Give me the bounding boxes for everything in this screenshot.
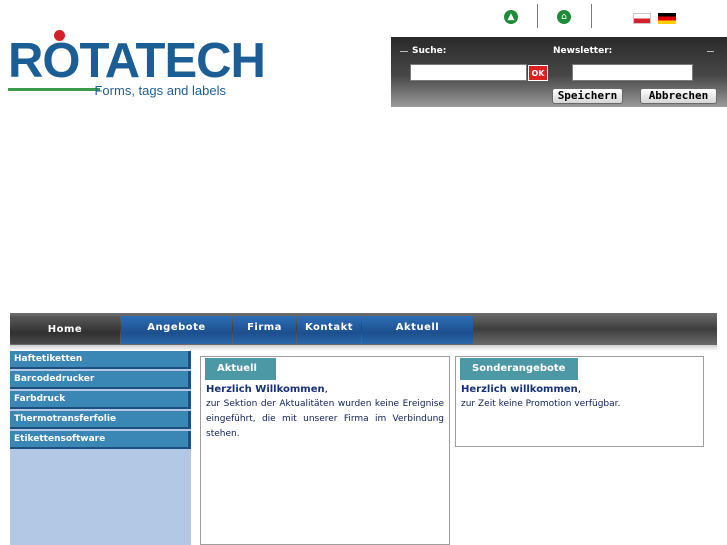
search-label: Suche: xyxy=(412,46,447,56)
sidebar-item-etikettensoftware[interactable]: Etikettensoftware xyxy=(10,431,191,449)
panel-bracket-left xyxy=(400,51,408,68)
sidebar: Haftetiketten Barcodedrucker Farbdruck T… xyxy=(10,351,191,545)
cancel-button[interactable]: Abbrechen xyxy=(640,88,717,104)
flag-de-icon[interactable] xyxy=(658,13,676,24)
offers-box: Sonderangebote Herzlich willkommen, zur … xyxy=(455,356,704,447)
sidebar-item-farbdruck[interactable]: Farbdruck xyxy=(10,391,191,409)
panel-bracket-right xyxy=(707,51,714,68)
logo-tagline: Forms, tags and labels xyxy=(94,83,226,98)
divider xyxy=(537,4,538,28)
offers-text: zur Zeit keine Promotion verfügbar. xyxy=(461,399,621,409)
news-heading-text: Herzlich Willkommen xyxy=(206,384,325,395)
nav-home[interactable]: Home xyxy=(10,316,120,344)
offers-heading: Herzlich willkommen, xyxy=(461,384,581,395)
news-tab: Aktuell xyxy=(205,358,276,380)
main-nav: Home Angebote Firma Kontakt Aktuell xyxy=(10,313,717,345)
news-box: Aktuell Herzlich Willkommen, zur Sektion… xyxy=(200,356,450,545)
nav-kontakt[interactable]: Kontakt xyxy=(297,316,361,344)
search-ok-button[interactable]: OK xyxy=(528,65,548,81)
offers-tab: Sonderangebote xyxy=(460,358,578,380)
flag-pl-icon[interactable] xyxy=(633,13,651,24)
news-text: zur Sektion der Aktualitäten wurden kein… xyxy=(206,399,444,439)
offers-heading-text: Herzlich willkommen xyxy=(461,384,578,395)
logo-underline xyxy=(8,88,100,91)
logo[interactable]: ROTATECH Forms, tags and labels xyxy=(8,30,266,104)
news-heading: Herzlich Willkommen, xyxy=(206,384,328,395)
sidebar-item-barcodedrucker[interactable]: Barcodedrucker xyxy=(10,371,191,389)
newsletter-input[interactable] xyxy=(572,64,693,81)
sitemap-icon[interactable]: ▲ xyxy=(504,10,518,24)
sidebar-item-haftetiketten[interactable]: Haftetiketten xyxy=(10,351,191,369)
newsletter-label: Newsletter: xyxy=(553,46,613,56)
sidebar-item-thermotransferfolie[interactable]: Thermotransferfolie xyxy=(10,411,191,429)
logo-dot-icon xyxy=(54,30,65,41)
search-newsletter-panel: Suche: Newsletter: OK Speichern Abbreche… xyxy=(391,37,727,107)
nav-firma[interactable]: Firma xyxy=(233,316,296,344)
divider xyxy=(591,4,592,28)
home-icon[interactable]: ⌂ xyxy=(557,10,571,24)
logo-wordmark: ROTATECH xyxy=(8,34,266,88)
nav-aktuell[interactable]: Aktuell xyxy=(362,316,473,344)
nav-angebote[interactable]: Angebote xyxy=(121,316,232,344)
search-input[interactable] xyxy=(410,64,527,81)
top-icon-bar: ▲ ⌂ xyxy=(490,4,725,30)
save-button[interactable]: Speichern xyxy=(552,88,623,104)
